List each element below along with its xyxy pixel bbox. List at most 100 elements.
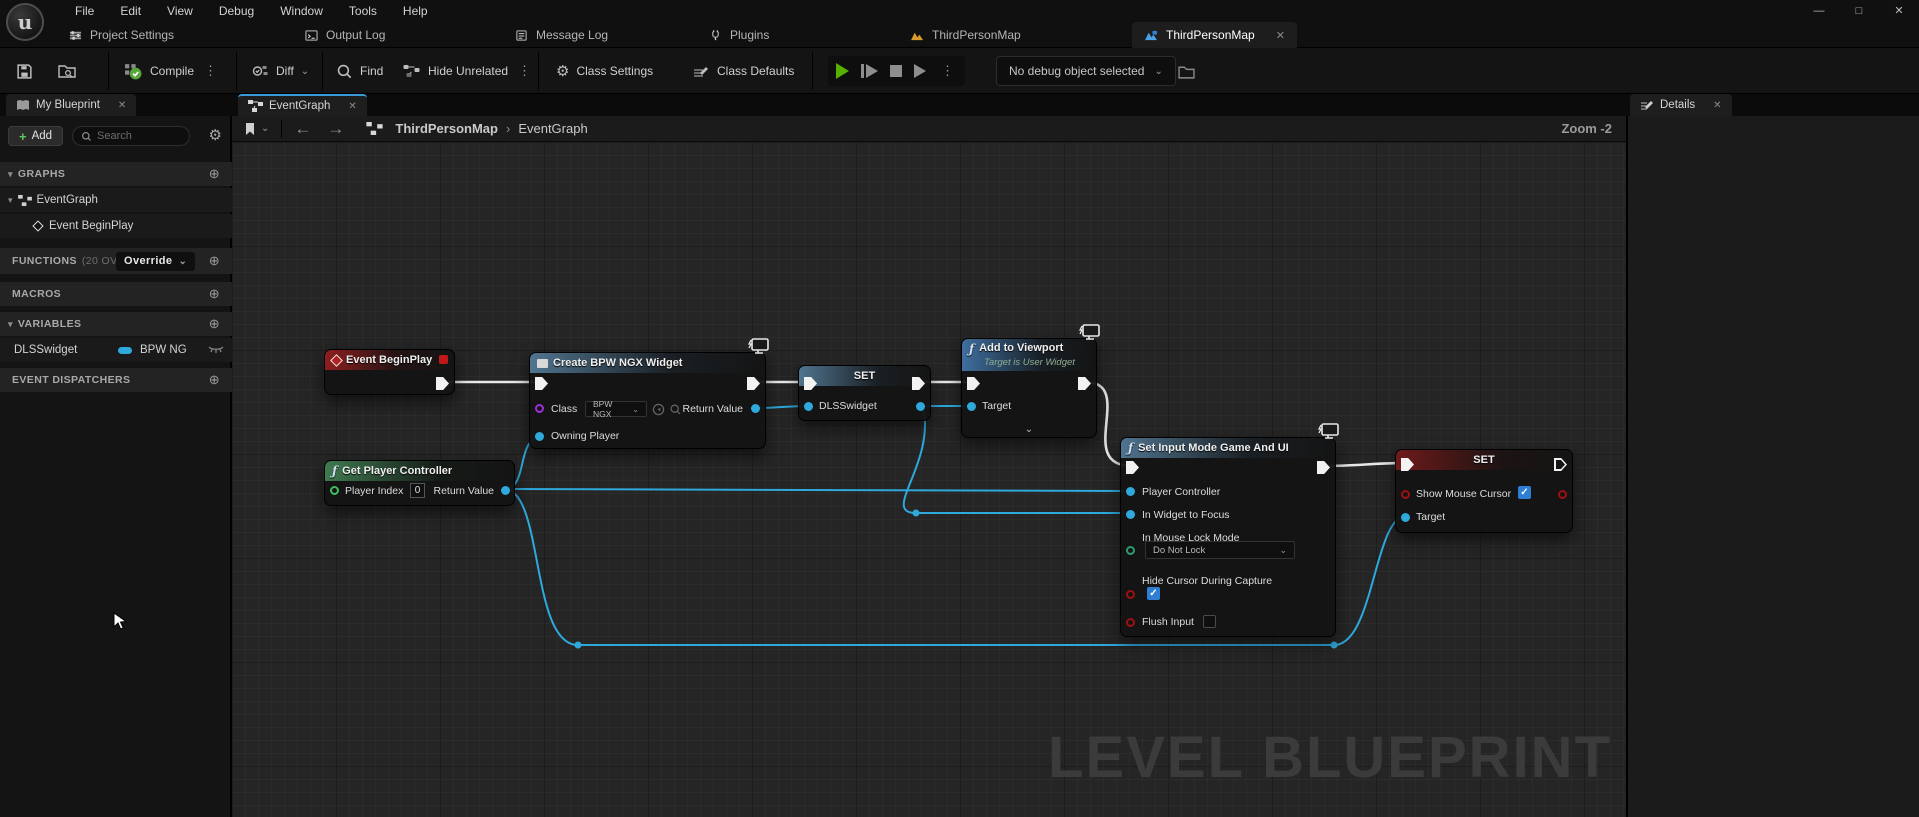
hide-unrelated-button[interactable]: Hide Unrelated ⋮	[402, 48, 534, 94]
player-controller-pin[interactable]	[1126, 487, 1135, 496]
add-variable-icon[interactable]: ⊕	[209, 316, 220, 332]
node-header[interactable]: SET	[1396, 450, 1572, 470]
play-button[interactable]	[836, 63, 849, 79]
node-get-player-controller[interactable]: ƒ Get Player Controller Player Index 0 R…	[324, 460, 515, 506]
breadcrumb-root[interactable]: ThirdPersonMap	[395, 121, 498, 136]
event-graph-canvas[interactable]: Event BeginPlay Create BPW NGX Widget Cl…	[232, 142, 1626, 817]
browse-class-icon[interactable]	[669, 403, 682, 416]
variable-row-dlsswidget[interactable]: DLSSwidget BPW NG	[0, 338, 232, 362]
debug-object-select[interactable]: No debug object selected ⌄	[996, 56, 1176, 86]
tab-message-log[interactable]: Message Log	[502, 22, 620, 48]
play-options-icon[interactable]: ⋮	[938, 63, 957, 79]
player-index-pin[interactable]	[330, 486, 339, 495]
tab-thirdpersonmap-blueprint[interactable]: ThirdPersonMap ✕	[1132, 22, 1297, 48]
tab-output-log[interactable]: Output Log	[292, 22, 397, 48]
panel-settings-gear-icon[interactable]: ⚙	[209, 126, 222, 144]
hide-cursor-checkbox[interactable]: ✓	[1147, 587, 1160, 600]
node-header[interactable]: ƒ Set Input Mode Game And UI	[1121, 438, 1335, 458]
tab-project-settings[interactable]: Project Settings	[56, 22, 186, 48]
close-icon[interactable]: ✕	[118, 100, 126, 111]
search-box[interactable]	[72, 126, 190, 146]
maximize-button[interactable]: □	[1839, 0, 1879, 22]
find-button[interactable]: Find	[336, 48, 383, 94]
breadcrumb-current[interactable]: EventGraph	[518, 121, 587, 136]
menu-debug[interactable]: Debug	[206, 0, 267, 22]
expand-node-chevron-icon[interactable]: ⌄	[1025, 424, 1033, 435]
node-create-widget[interactable]: Create BPW NGX Widget Class BPW NGX ⌄ Ow…	[529, 352, 766, 449]
node-header[interactable]: Event BeginPlay	[325, 350, 454, 370]
event-dispatchers-section-header[interactable]: EVENT DISPATCHERS ⊕	[0, 368, 232, 392]
dlsswidget-in-pin[interactable]	[804, 402, 813, 411]
node-header[interactable]: ƒ Get Player Controller	[325, 461, 514, 481]
target-pin[interactable]	[1401, 513, 1410, 522]
menu-help[interactable]: Help	[390, 0, 441, 22]
add-button[interactable]: + Add	[8, 126, 63, 146]
eye-closed-icon[interactable]	[208, 346, 224, 355]
exec-in-pin[interactable]	[967, 377, 980, 390]
tab-thirdpersonmap-level[interactable]: ThirdPersonMap	[898, 22, 1033, 48]
override-dropdown[interactable]: Override ⌄	[116, 252, 195, 271]
show-mouse-cursor-pin[interactable]	[1401, 490, 1410, 499]
class-defaults-button[interactable]: Class Defaults	[692, 48, 794, 94]
variables-section-header[interactable]: ▾ VARIABLES ⊕	[0, 312, 232, 336]
class-pin[interactable]	[535, 404, 544, 413]
show-mouse-cursor-checkbox[interactable]: ✓	[1518, 486, 1531, 499]
add-graph-icon[interactable]: ⊕	[209, 166, 220, 182]
menu-window[interactable]: Window	[267, 0, 336, 22]
search-input[interactable]	[97, 130, 177, 142]
sidebar-item-eventgraph[interactable]: ▾ EventGraph	[0, 188, 232, 212]
save-button[interactable]	[16, 48, 33, 94]
show-mouse-cursor-out-pin[interactable]	[1558, 490, 1567, 499]
frame-skip-button[interactable]	[861, 64, 878, 78]
tab-close-icon[interactable]: ✕	[1276, 29, 1285, 42]
flush-input-pin[interactable]	[1126, 618, 1135, 627]
compile-options-icon[interactable]: ⋮	[201, 63, 220, 79]
minimize-button[interactable]: —	[1799, 0, 1839, 22]
tab-plugins[interactable]: Plugins	[696, 22, 781, 48]
details-tab[interactable]: Details ✕	[1630, 94, 1732, 116]
return-value-pin[interactable]	[751, 404, 760, 413]
mouse-lock-pin[interactable]	[1126, 546, 1135, 555]
flush-input-checkbox[interactable]	[1203, 615, 1216, 628]
exec-out-pin[interactable]	[436, 377, 449, 390]
add-function-icon[interactable]: ⊕	[209, 253, 220, 269]
in-widget-to-focus-pin[interactable]	[1126, 510, 1135, 519]
menu-edit[interactable]: Edit	[107, 0, 154, 22]
browse-asset-button[interactable]	[58, 48, 76, 94]
bookmark-icon[interactable]	[244, 122, 256, 136]
player-index-input[interactable]: 0	[410, 483, 425, 498]
node-event-beginplay[interactable]: Event BeginPlay	[324, 349, 455, 395]
owning-player-pin[interactable]	[535, 432, 544, 441]
node-set-show-mouse-cursor[interactable]: SET Show Mouse Cursor ✓ Target	[1395, 449, 1573, 533]
macros-section-header[interactable]: MACROS ⊕	[0, 282, 232, 306]
return-value-pin[interactable]	[501, 486, 510, 495]
node-add-to-viewport[interactable]: ƒ Add to Viewport Target is User Widget …	[961, 338, 1097, 438]
exec-out-pin[interactable]	[747, 377, 760, 390]
menu-file[interactable]: File	[62, 0, 107, 22]
exec-in-pin[interactable]	[1126, 461, 1139, 474]
functions-section-header[interactable]: FUNCTIONS (20 OV Override ⌄ ⊕	[0, 248, 232, 274]
node-set-dlsswidget[interactable]: SET DLSSwidget	[798, 365, 931, 421]
add-macro-icon[interactable]: ⊕	[209, 286, 220, 302]
browse-debug-object-button[interactable]	[1178, 48, 1195, 94]
diff-button[interactable]: Diff ⌄	[252, 48, 309, 94]
advance-button[interactable]	[914, 64, 926, 78]
use-selected-icon[interactable]	[652, 403, 665, 416]
node-header[interactable]: Create BPW NGX Widget	[530, 353, 765, 373]
chevron-down-icon[interactable]: ⌄	[261, 123, 269, 134]
node-set-input-mode[interactable]: ƒ Set Input Mode Game And UI Player Cont…	[1120, 437, 1336, 637]
exec-in-pin[interactable]	[535, 377, 548, 390]
hide-unrelated-options-icon[interactable]: ⋮	[515, 63, 534, 79]
stop-button[interactable]	[890, 65, 902, 77]
menu-tools[interactable]: Tools	[336, 0, 390, 22]
compile-button[interactable]: Compile ⋮	[124, 48, 220, 94]
dlsswidget-out-pin[interactable]	[916, 402, 925, 411]
exec-out-pin[interactable]	[1078, 377, 1091, 390]
target-pin[interactable]	[967, 402, 976, 411]
mouse-lock-select[interactable]: Do Not Lock ⌄	[1145, 541, 1295, 559]
nav-forward-icon[interactable]: →	[327, 119, 344, 139]
eventgraph-tab[interactable]: EventGraph ✕	[238, 94, 367, 116]
close-icon[interactable]: ✕	[1713, 100, 1721, 111]
node-header[interactable]: SET	[799, 366, 930, 386]
unreal-logo-icon[interactable]: u	[6, 3, 44, 41]
